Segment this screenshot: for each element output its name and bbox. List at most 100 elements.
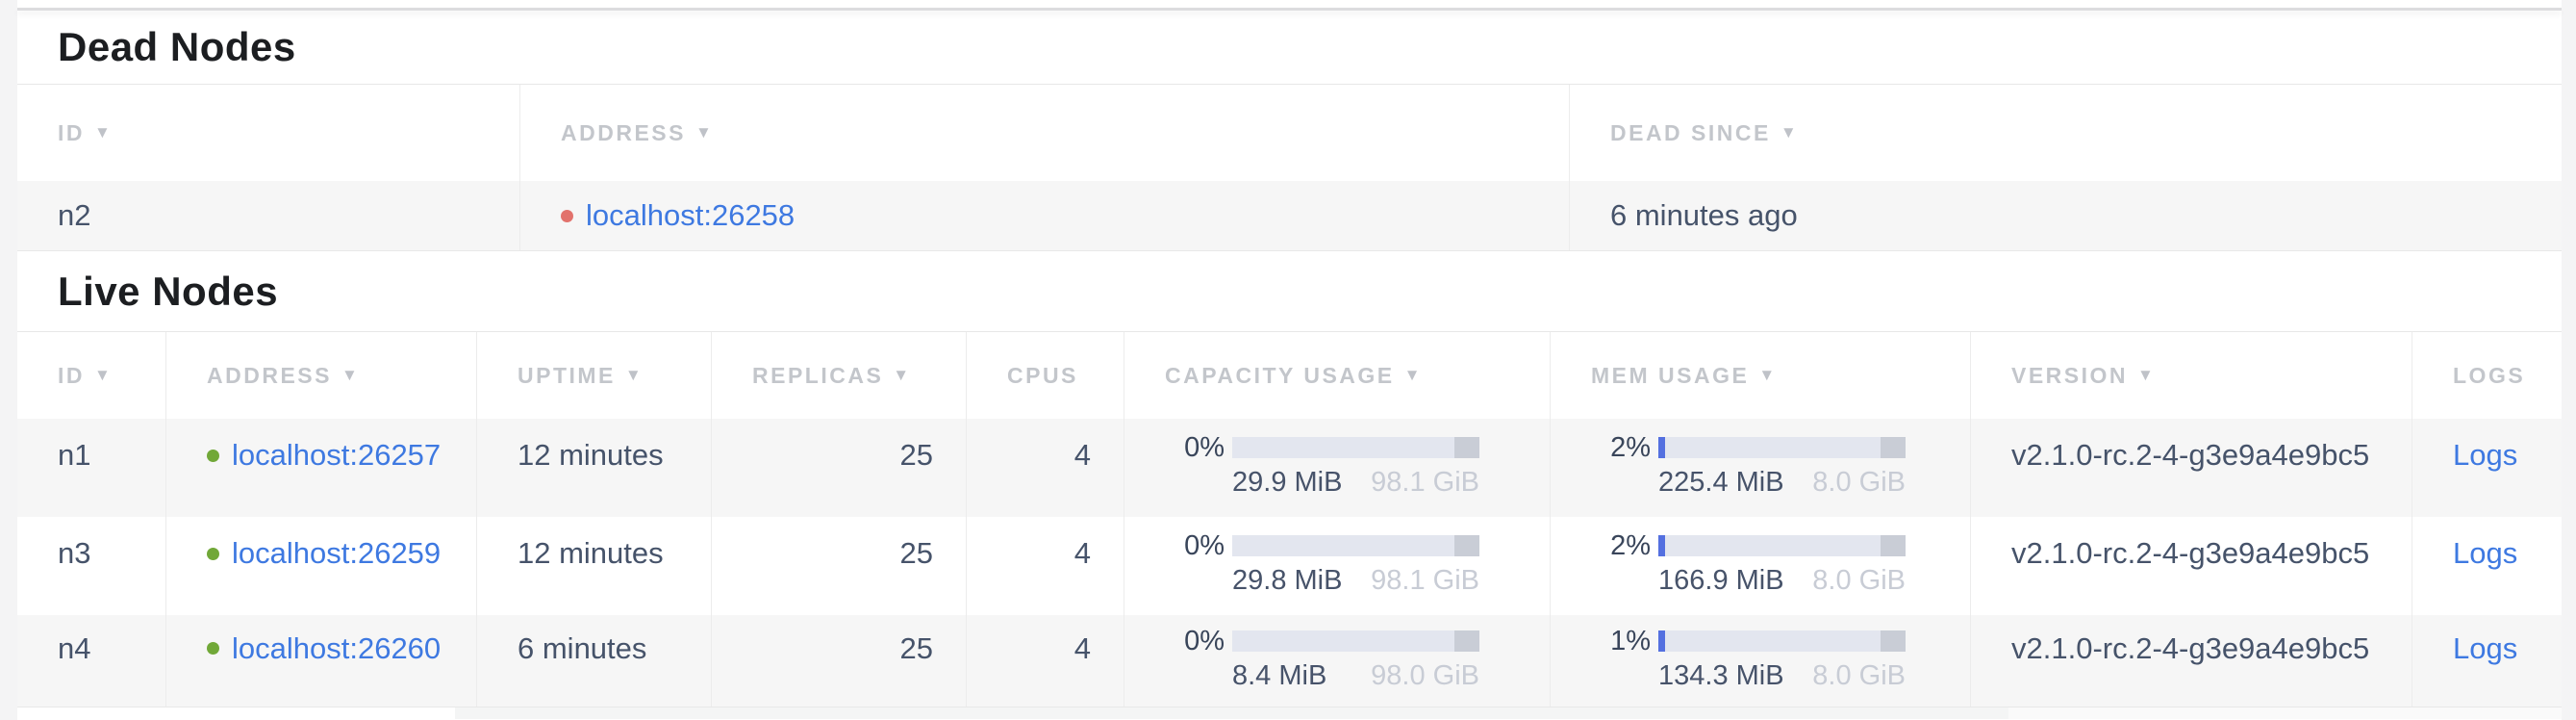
live-header-replicas[interactable]: REPLICAS ▼ — [711, 332, 966, 419]
bar-endcap — [1881, 535, 1906, 556]
capacity-used: 29.8 MiB — [1232, 565, 1342, 597]
mem-usage-bar — [1658, 535, 1906, 556]
capacity-used: 8.4 MiB — [1232, 660, 1326, 692]
node-uptime-cell: 12 minutes — [476, 517, 711, 615]
node-replicas-cell: 25 — [711, 517, 966, 615]
live-header-capacity-usage[interactable]: CAPACITY USAGE ▼ — [1124, 332, 1550, 419]
live-header-uptime-label: UPTIME — [518, 363, 616, 389]
uptime-value: 12 minutes — [518, 438, 664, 473]
dead-header-address-label: ADDRESS — [561, 120, 686, 146]
node-id: n3 — [58, 536, 90, 571]
uptime-value: 6 minutes — [518, 631, 646, 666]
mem-usage-bar — [1658, 630, 1906, 652]
node-capacity-usage-cell: 0% 29.9 MiB 98.1 GiB — [1124, 419, 1550, 517]
dead-status-dot-icon — [561, 210, 573, 222]
top-spacer — [17, 0, 2562, 8]
logs-link[interactable]: Logs — [2453, 631, 2517, 666]
node-address-cell: localhost:26257 — [165, 419, 476, 517]
bar-endcap — [1454, 630, 1479, 652]
logs-link[interactable]: Logs — [2453, 438, 2517, 473]
sort-arrow-icon: ▼ — [94, 123, 113, 142]
bar-endcap — [1454, 437, 1479, 458]
node-mem-usage-cell: 2% 166.9 MiB 8.0 GiB — [1550, 517, 1970, 615]
live-header-logs-label: LOGS — [2453, 363, 2525, 389]
version-value: v2.1.0-rc.2-4-g3e9a4e9bc5 — [2011, 631, 2369, 666]
node-logs-cell: Logs — [2412, 419, 2562, 517]
sort-arrow-icon: ▼ — [2137, 366, 2156, 385]
cpus-value: 4 — [1074, 438, 1091, 473]
logs-link[interactable]: Logs — [2453, 536, 2517, 571]
dead-node-id-cell: n2 — [17, 181, 519, 250]
dead-header-id-label: ID — [58, 120, 85, 146]
live-status-dot-icon — [207, 642, 219, 655]
live-header-id[interactable]: ID ▼ — [17, 332, 165, 419]
sort-arrow-icon: ▼ — [1404, 366, 1423, 385]
live-header-replicas-label: REPLICAS — [752, 363, 883, 389]
sort-arrow-icon: ▼ — [695, 123, 714, 142]
sort-arrow-icon: ▼ — [1780, 123, 1799, 142]
dead-header-dead-since[interactable]: DEAD SINCE ▼ — [1569, 85, 2562, 181]
live-header-logs: LOGS — [2412, 332, 2562, 419]
bar-fill — [1658, 630, 1665, 652]
live-header-address-label: ADDRESS — [207, 363, 332, 389]
live-header-mem-usage-label: MEM USAGE — [1591, 363, 1749, 389]
node-cpus-cell: 4 — [966, 517, 1124, 615]
node-address-cell: localhost:26260 — [165, 615, 476, 707]
live-node-row: n3 localhost:26259 12 minutes 25 4 — [17, 517, 2562, 615]
node-address-link[interactable]: localhost:26258 — [586, 198, 795, 233]
node-replicas-cell: 25 — [711, 615, 966, 707]
capacity-usage-bar — [1232, 535, 1479, 556]
dead-header-address[interactable]: ADDRESS ▼ — [519, 85, 1569, 181]
live-header-capacity-usage-label: CAPACITY USAGE — [1165, 363, 1395, 389]
live-header-address[interactable]: ADDRESS ▼ — [165, 332, 476, 419]
capacity-usage-bar — [1232, 437, 1479, 458]
node-logs-cell: Logs — [2412, 615, 2562, 707]
page-content: Dead Nodes ID ▼ ADDRESS ▼ DEAD SINCE ▼ n… — [17, 0, 2562, 720]
node-replicas-cell: 25 — [711, 419, 966, 517]
node-id-cell: n1 — [17, 419, 165, 517]
mem-used: 134.3 MiB — [1658, 660, 1784, 692]
live-status-dot-icon — [207, 450, 219, 462]
live-header-version[interactable]: VERSION ▼ — [1970, 332, 2412, 419]
node-address-link[interactable]: localhost:26260 — [232, 631, 441, 666]
live-header-cpus: CPUS — [966, 332, 1124, 419]
dead-node-address-cell: localhost:26258 — [519, 181, 1569, 250]
mem-percent: 2% — [1591, 437, 1658, 459]
node-address-link[interactable]: localhost:26257 — [232, 438, 441, 473]
sort-arrow-icon: ▼ — [893, 366, 911, 385]
node-address-link[interactable]: localhost:26259 — [232, 536, 441, 571]
mem-percent: 1% — [1591, 630, 1658, 653]
cpus-value: 4 — [1074, 536, 1091, 571]
live-nodes-table-body: n1 localhost:26257 12 minutes 25 4 — [17, 419, 2562, 707]
node-id: n2 — [58, 198, 90, 233]
bar-endcap — [1454, 535, 1479, 556]
bar-endcap — [1881, 437, 1906, 458]
node-id-cell: n3 — [17, 517, 165, 615]
bar-fill — [1658, 535, 1665, 556]
live-header-uptime[interactable]: UPTIME ▼ — [476, 332, 711, 419]
mem-total: 8.0 GiB — [1812, 565, 1906, 597]
dead-header-dead-since-label: DEAD SINCE — [1610, 120, 1771, 146]
sort-arrow-icon: ▼ — [94, 366, 113, 385]
live-header-version-label: VERSION — [2011, 363, 2128, 389]
node-uptime-cell: 12 minutes — [476, 419, 711, 517]
replicas-value: 25 — [900, 631, 933, 666]
next-section-partial-block — [455, 707, 2008, 719]
node-id: n4 — [58, 631, 90, 666]
nodes-overview-page: Dead Nodes ID ▼ ADDRESS ▼ DEAD SINCE ▼ n… — [0, 0, 2576, 720]
dead-node-row: n2 localhost:26258 6 minutes ago — [17, 181, 2562, 251]
node-address-cell: localhost:26259 — [165, 517, 476, 615]
dead-header-id[interactable]: ID ▼ — [17, 85, 519, 181]
replicas-value: 25 — [900, 536, 933, 571]
next-section-partial — [17, 707, 2562, 719]
version-value: v2.1.0-rc.2-4-g3e9a4e9bc5 — [2011, 438, 2369, 473]
cpus-value: 4 — [1074, 631, 1091, 666]
live-node-row: n1 localhost:26257 12 minutes 25 4 — [17, 419, 2562, 517]
dead-nodes-table-header: ID ▼ ADDRESS ▼ DEAD SINCE ▼ — [17, 84, 2562, 181]
capacity-total: 98.0 GiB — [1371, 660, 1479, 692]
live-header-mem-usage[interactable]: MEM USAGE ▼ — [1550, 332, 1970, 419]
sort-arrow-icon: ▼ — [1758, 366, 1777, 385]
dead-since-value: 6 minutes ago — [1610, 198, 1798, 233]
uptime-value: 12 minutes — [518, 536, 664, 571]
node-cpus-cell: 4 — [966, 615, 1124, 707]
